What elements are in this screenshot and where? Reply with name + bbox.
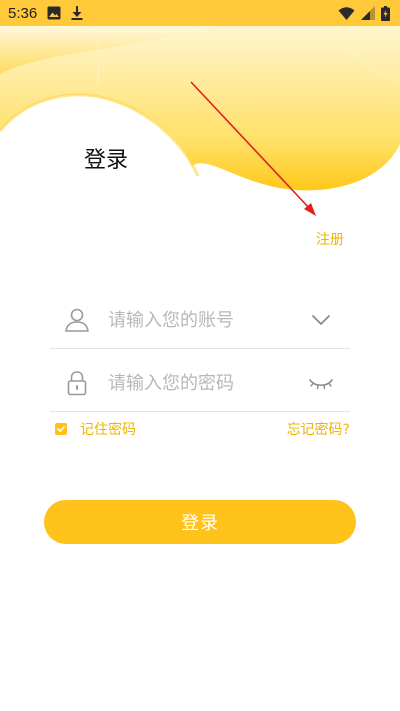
login-button[interactable]: 登录 xyxy=(44,500,356,544)
checkmark-icon xyxy=(57,426,65,432)
user-icon xyxy=(65,308,89,332)
remember-password-label: 记住密码 xyxy=(80,422,136,438)
account-field xyxy=(50,292,350,349)
status-bar: 5:36 xyxy=(0,0,400,26)
wifi-icon xyxy=(338,6,355,20)
battery-icon xyxy=(381,5,390,21)
password-input[interactable] xyxy=(108,372,308,394)
status-time: 5:36 xyxy=(8,4,38,22)
status-bar-left: 5:36 xyxy=(8,5,83,22)
image-icon xyxy=(47,6,61,20)
forgot-password-link[interactable]: 忘记密码? xyxy=(287,419,350,439)
status-bar-right xyxy=(338,5,390,21)
page-title: 登录 xyxy=(84,148,129,173)
header-wave-decoration xyxy=(0,26,400,191)
account-input[interactable] xyxy=(108,309,308,331)
password-field xyxy=(50,355,350,412)
eye-closed-icon[interactable] xyxy=(308,373,334,393)
chevron-down-icon[interactable] xyxy=(308,310,334,330)
remember-checkbox[interactable] xyxy=(55,423,67,435)
lock-icon xyxy=(67,371,87,396)
download-icon xyxy=(71,6,83,20)
signal-icon xyxy=(361,6,375,20)
register-link[interactable]: 注册 xyxy=(316,229,344,249)
remember-password-toggle[interactable]: 记住密码 xyxy=(55,419,136,439)
